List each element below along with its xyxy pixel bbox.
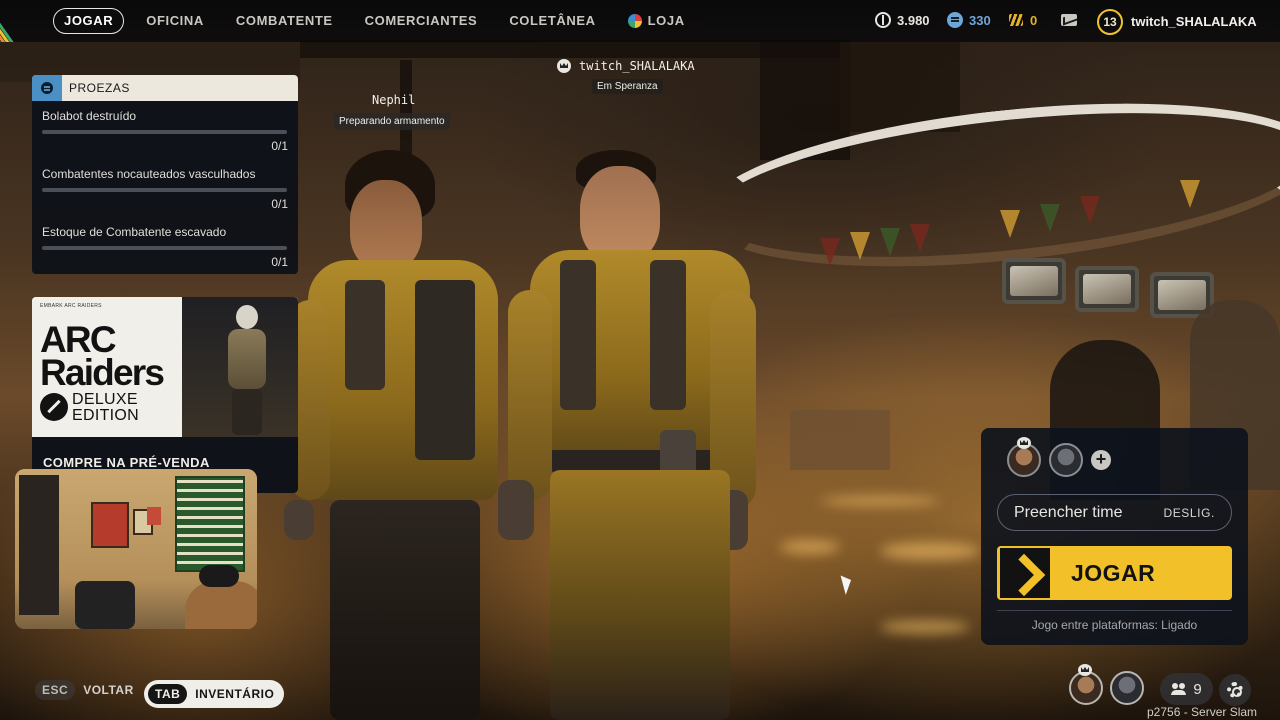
currency-value: 330 (969, 12, 991, 28)
edition-line: EDITION (72, 407, 139, 424)
teammate-nameplate: Nephil (372, 93, 416, 107)
friends-button[interactable]: 9 (1160, 673, 1213, 705)
mail-icon[interactable] (1061, 14, 1077, 26)
feat-item: Bolabot destruído 0/1 (32, 101, 298, 159)
preorder-cta[interactable]: COMPRE NA PRÉ-VENDA (43, 455, 210, 470)
tab-combatente[interactable]: COMBATENTE (220, 8, 349, 34)
tab-label: JOGAR (64, 13, 114, 28)
promo-character-art (222, 305, 272, 435)
tab-label: OFICINA (146, 13, 204, 28)
player-location-status: Em Speranza (592, 79, 663, 94)
tab-key: TAB (148, 684, 188, 704)
tab-comerciantes[interactable]: COMERCIANTES (349, 8, 494, 34)
store-icon (627, 14, 642, 28)
coin-icon (875, 12, 891, 28)
tab-label: LOJA (647, 13, 685, 28)
tab-oficina[interactable]: OFICINA (130, 8, 220, 34)
back-label: VOLTAR (83, 683, 134, 697)
settings-button[interactable] (1219, 674, 1251, 706)
tab-coletanea[interactable]: COLETÂNEA (493, 8, 611, 34)
divider (997, 610, 1232, 611)
fill-squad-toggle[interactable]: Preencher time DESLIG. (997, 494, 1232, 531)
main-tabs: JOGAR OFICINA COMBATENTE COMERCIANTES CO… (53, 8, 701, 34)
rainbow-stripe-logo (0, 0, 40, 42)
squad-member-avatar[interactable] (1049, 443, 1083, 477)
back-hint[interactable]: ESC VOLTAR (35, 680, 134, 700)
currency-value: 0 (1030, 12, 1038, 28)
party-leader-crown-icon (1017, 437, 1031, 449)
currency-value: 3.980 (897, 12, 930, 28)
server-info: p2756 - Server Slam (1147, 705, 1258, 719)
logo-line: Raiders (40, 352, 165, 393)
feat-count: 0/1 (271, 197, 288, 211)
feat-count: 0/1 (271, 139, 288, 153)
edition-line: DELUXE (72, 391, 138, 408)
feat-name: Estoque de Combatente escavado (42, 225, 227, 239)
tab-label: COMBATENTE (235, 13, 333, 28)
credits-icon (947, 12, 963, 28)
tab-label: COMERCIANTES (364, 13, 478, 28)
tab-jogar[interactable]: JOGAR (53, 8, 125, 34)
play-chevron-icon (1000, 548, 1050, 598)
deluxe-edition-promo-card[interactable]: EMBARK ARC RAIDERS ARC Raiders DELUXE ED… (32, 297, 298, 493)
gear-icon (1227, 682, 1243, 698)
arc-raiders-logo: ARC Raiders (40, 321, 165, 393)
crossplay-status: Jogo entre plataformas: Ligado (1031, 618, 1198, 632)
feat-progress-bar (42, 188, 287, 192)
feat-item: Combatentes nocauteados vasculhados 0/1 (32, 159, 298, 217)
feat-progress-bar (42, 246, 287, 250)
friends-icon (1171, 683, 1187, 695)
streamer-webcam-overlay (15, 469, 257, 629)
edition-label: DELUXE EDITION (72, 392, 139, 424)
player-nameplate-name: twitch_SHALALAKA (579, 59, 695, 73)
tab-loja[interactable]: LOJA (612, 8, 701, 34)
friends-count: 9 (1193, 680, 1202, 698)
microphone-icon (199, 565, 239, 587)
player-level-badge[interactable]: 13 (1097, 9, 1123, 35)
feat-count: 0/1 (271, 255, 288, 269)
currency-coins[interactable]: 3.980 (875, 12, 930, 28)
add-squad-member-button[interactable]: + (1091, 450, 1111, 470)
character-female-raider (284, 150, 500, 720)
feat-name: Bolabot destruído (42, 109, 137, 123)
currency-credits[interactable]: 330 (947, 12, 991, 28)
feat-name: Combatentes nocauteados vasculhados (42, 167, 256, 181)
character-male-raider (498, 150, 770, 720)
raider-token-icon (1008, 12, 1024, 28)
feats-title: PROEZAS (69, 81, 130, 95)
fill-squad-label: Preencher time (1014, 503, 1123, 521)
publisher-logos: EMBARK ARC RAIDERS (40, 303, 102, 309)
edition-emblem-icon (40, 393, 68, 421)
feats-header[interactable]: PROEZAS (32, 75, 298, 101)
inventory-hint[interactable]: TAB INVENTÁRIO (144, 680, 285, 708)
esc-key: ESC (35, 680, 76, 700)
currency-raider-tokens[interactable]: 0 (1008, 12, 1037, 28)
play-button-label: JOGAR (1071, 559, 1156, 586)
inventory-label: INVENTÁRIO (195, 687, 275, 701)
feat-progress-bar (42, 130, 287, 134)
play-button[interactable]: JOGAR (997, 546, 1232, 600)
party-member-avatar[interactable] (1069, 671, 1103, 705)
party-member-avatar[interactable] (1110, 671, 1144, 705)
feats-icon (32, 75, 62, 101)
party-leader-crown-icon (1078, 664, 1092, 676)
feats-panel: PROEZAS Bolabot destruído 0/1 Combatente… (32, 75, 298, 274)
profile-username[interactable]: twitch_SHALALAKA (1131, 14, 1257, 29)
feat-item: Estoque de Combatente escavado 0/1 (32, 217, 298, 274)
party-leader-crown-icon (557, 59, 571, 73)
fill-squad-state: DESLIG. (1163, 505, 1215, 520)
teammate-status: Preparando armamento (334, 113, 450, 130)
tab-label: COLETÂNEA (509, 13, 596, 28)
player-nameplate: twitch_SHALALAKA (557, 59, 695, 73)
top-navigation-bar: JOGAR OFICINA COMBATENTE COMERCIANTES CO… (0, 0, 1280, 42)
